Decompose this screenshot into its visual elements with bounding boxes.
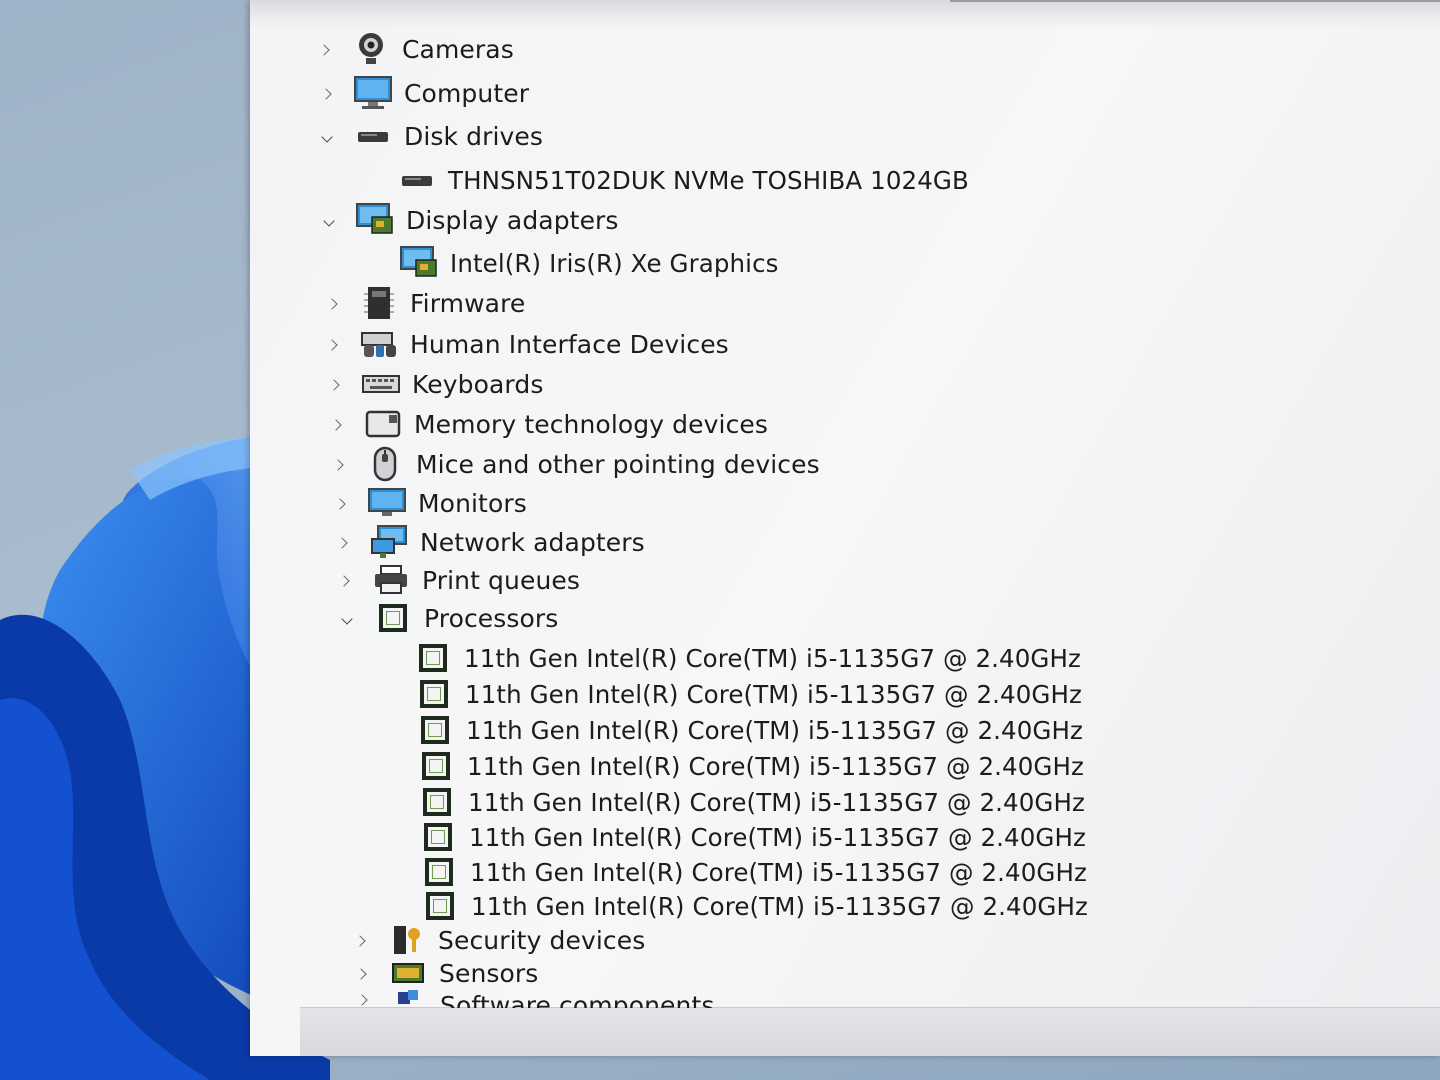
tree-item-network-adapters[interactable]: Network adapters	[336, 524, 645, 560]
tree-child-processor[interactable]: 11th Gen Intel(R) Core(TM) i5-1135G7 @ 2…	[421, 888, 1088, 924]
tree-item-monitors[interactable]: Monitors	[334, 485, 527, 521]
tree-item-firmware[interactable]: Firmware	[326, 285, 525, 321]
disk-drive-icon	[398, 162, 436, 198]
memory-card-icon	[364, 406, 402, 442]
device-manager-window: Cameras Computer Disk drives THNSN51T02D…	[250, 0, 1440, 1056]
device-tree: Cameras Computer Disk drives THNSN51T02D…	[250, 0, 1440, 1056]
chevron-right-icon[interactable]	[334, 496, 348, 510]
chevron-right-icon[interactable]	[356, 992, 370, 1006]
processor-icon	[416, 712, 454, 748]
printer-icon	[372, 562, 410, 598]
tree-item-disk-drives[interactable]: Disk drives	[320, 118, 543, 154]
chevron-right-icon[interactable]	[318, 42, 332, 56]
chevron-right-icon[interactable]	[320, 86, 334, 100]
tree-item-keyboards[interactable]: Keyboards	[328, 366, 543, 402]
tree-item-label: Cameras	[402, 34, 514, 64]
chevron-down-icon[interactable]	[322, 213, 336, 227]
tree-child-processor[interactable]: 11th Gen Intel(R) Core(TM) i5-1135G7 @ 2…	[418, 784, 1085, 820]
tree-item-label: Software components	[440, 991, 715, 1008]
tree-item-label: 11th Gen Intel(R) Core(TM) i5-1135G7 @ 2…	[466, 715, 1084, 745]
software-component-icon	[390, 988, 428, 1008]
processor-icon	[420, 854, 458, 890]
keyboard-icon	[362, 366, 400, 402]
processor-icon	[417, 748, 455, 784]
processor-icon	[415, 676, 453, 712]
chevron-right-icon[interactable]	[326, 337, 340, 351]
chevron-right-icon[interactable]	[355, 966, 369, 980]
processor-icon	[419, 819, 457, 855]
tree-item-label: Human Interface Devices	[410, 329, 729, 359]
tree-item-label: 11th Gen Intel(R) Core(TM) i5-1135G7 @ 2…	[465, 679, 1083, 709]
tree-item-hid[interactable]: Human Interface Devices	[326, 326, 729, 362]
tree-item-label: Security devices	[438, 925, 646, 955]
tree-item-label: 11th Gen Intel(R) Core(TM) i5-1135G7 @ 2…	[464, 643, 1082, 673]
tree-child-processor[interactable]: 11th Gen Intel(R) Core(TM) i5-1135G7 @ 2…	[416, 712, 1083, 748]
display-adapter-icon	[356, 202, 394, 238]
tree-child-processor[interactable]: 11th Gen Intel(R) Core(TM) i5-1135G7 @ 2…	[419, 819, 1086, 855]
tree-child-processor[interactable]: 11th Gen Intel(R) Core(TM) i5-1135G7 @ 2…	[417, 748, 1084, 784]
tree-item-label: Disk drives	[404, 121, 544, 151]
tree-item-label: Print queues	[422, 565, 580, 595]
tree-item-label: 11th Gen Intel(R) Core(TM) i5-1135G7 @ 2…	[470, 857, 1088, 887]
chevron-right-icon[interactable]	[354, 933, 368, 947]
tree-item-label: Sensors	[439, 958, 539, 988]
tree-item-processors[interactable]: Processors	[340, 600, 558, 636]
desktop: Cameras Computer Disk drives THNSN51T02D…	[0, 0, 1440, 1080]
display-adapter-icon	[400, 245, 438, 281]
tree-item-label: Mice and other pointing devices	[416, 449, 820, 479]
tree-item-label: 11th Gen Intel(R) Core(TM) i5-1135G7 @ 2…	[467, 751, 1085, 781]
tree-child-display-adapter[interactable]: Intel(R) Iris(R) Xe Graphics	[400, 245, 779, 281]
tree-item-label: Intel(R) Iris(R) Xe Graphics	[450, 248, 779, 278]
mouse-icon	[366, 446, 404, 482]
tree-item-security-devices[interactable]: Security devices	[354, 922, 645, 958]
tree-item-label: Monitors	[418, 488, 527, 518]
tree-item-label: Computer	[404, 78, 530, 108]
network-adapter-icon	[370, 524, 408, 560]
tree-item-label: Keyboards	[412, 369, 544, 399]
chevron-right-icon[interactable]	[328, 377, 342, 391]
webcam-icon	[352, 31, 390, 67]
tree-item-label: Processors	[424, 603, 559, 633]
tree-item-label: Memory technology devices	[414, 409, 769, 439]
tree-item-sensors[interactable]: Sensors	[355, 955, 538, 991]
tree-child-processor[interactable]: 11th Gen Intel(R) Core(TM) i5-1135G7 @ 2…	[414, 640, 1081, 676]
chevron-right-icon[interactable]	[330, 417, 344, 431]
hid-icon	[360, 326, 398, 362]
security-key-icon	[388, 922, 426, 958]
processor-icon	[374, 600, 412, 636]
tree-item-software-components[interactable]: Software components	[356, 988, 715, 1008]
computer-monitor-icon	[354, 75, 392, 111]
tree-item-display-adapters[interactable]: Display adapters	[322, 202, 619, 238]
chevron-down-icon[interactable]	[320, 129, 334, 143]
firmware-chip-icon	[360, 285, 398, 321]
processor-icon	[421, 888, 459, 924]
monitor-icon	[368, 485, 406, 521]
tree-item-label: 11th Gen Intel(R) Core(TM) i5-1135G7 @ 2…	[468, 787, 1086, 817]
chevron-right-icon[interactable]	[336, 535, 350, 549]
processor-icon	[418, 784, 456, 820]
tree-child-processor[interactable]: 11th Gen Intel(R) Core(TM) i5-1135G7 @ 2…	[415, 676, 1082, 712]
sensor-icon	[389, 955, 427, 991]
tree-child-processor[interactable]: 11th Gen Intel(R) Core(TM) i5-1135G7 @ 2…	[420, 854, 1087, 890]
disk-drive-icon	[354, 118, 392, 154]
tree-child-disk[interactable]: THNSN51T02DUK NVMe TOSHIBA 1024GB	[398, 162, 969, 198]
chevron-down-icon[interactable]	[340, 611, 354, 625]
tree-item-mice[interactable]: Mice and other pointing devices	[332, 446, 820, 482]
tree-item-label: Display adapters	[406, 205, 619, 235]
tree-item-label: Network adapters	[420, 527, 645, 557]
chevron-right-icon[interactable]	[332, 457, 346, 471]
tree-item-label: Firmware	[410, 288, 526, 318]
tree-item-label: 11th Gen Intel(R) Core(TM) i5-1135G7 @ 2…	[469, 822, 1087, 852]
chevron-right-icon[interactable]	[326, 296, 340, 310]
tree-item-memory-tech[interactable]: Memory technology devices	[330, 406, 768, 442]
tree-item-print-queues[interactable]: Print queues	[338, 562, 580, 598]
chevron-right-icon[interactable]	[338, 573, 352, 587]
tree-item-cameras[interactable]: Cameras	[318, 31, 514, 67]
tree-item-computer[interactable]: Computer	[320, 75, 529, 111]
tree-item-label: THNSN51T02DUK NVMe TOSHIBA 1024GB	[448, 165, 969, 195]
tree-item-label: 11th Gen Intel(R) Core(TM) i5-1135G7 @ 2…	[471, 891, 1089, 921]
processor-icon	[414, 640, 452, 676]
